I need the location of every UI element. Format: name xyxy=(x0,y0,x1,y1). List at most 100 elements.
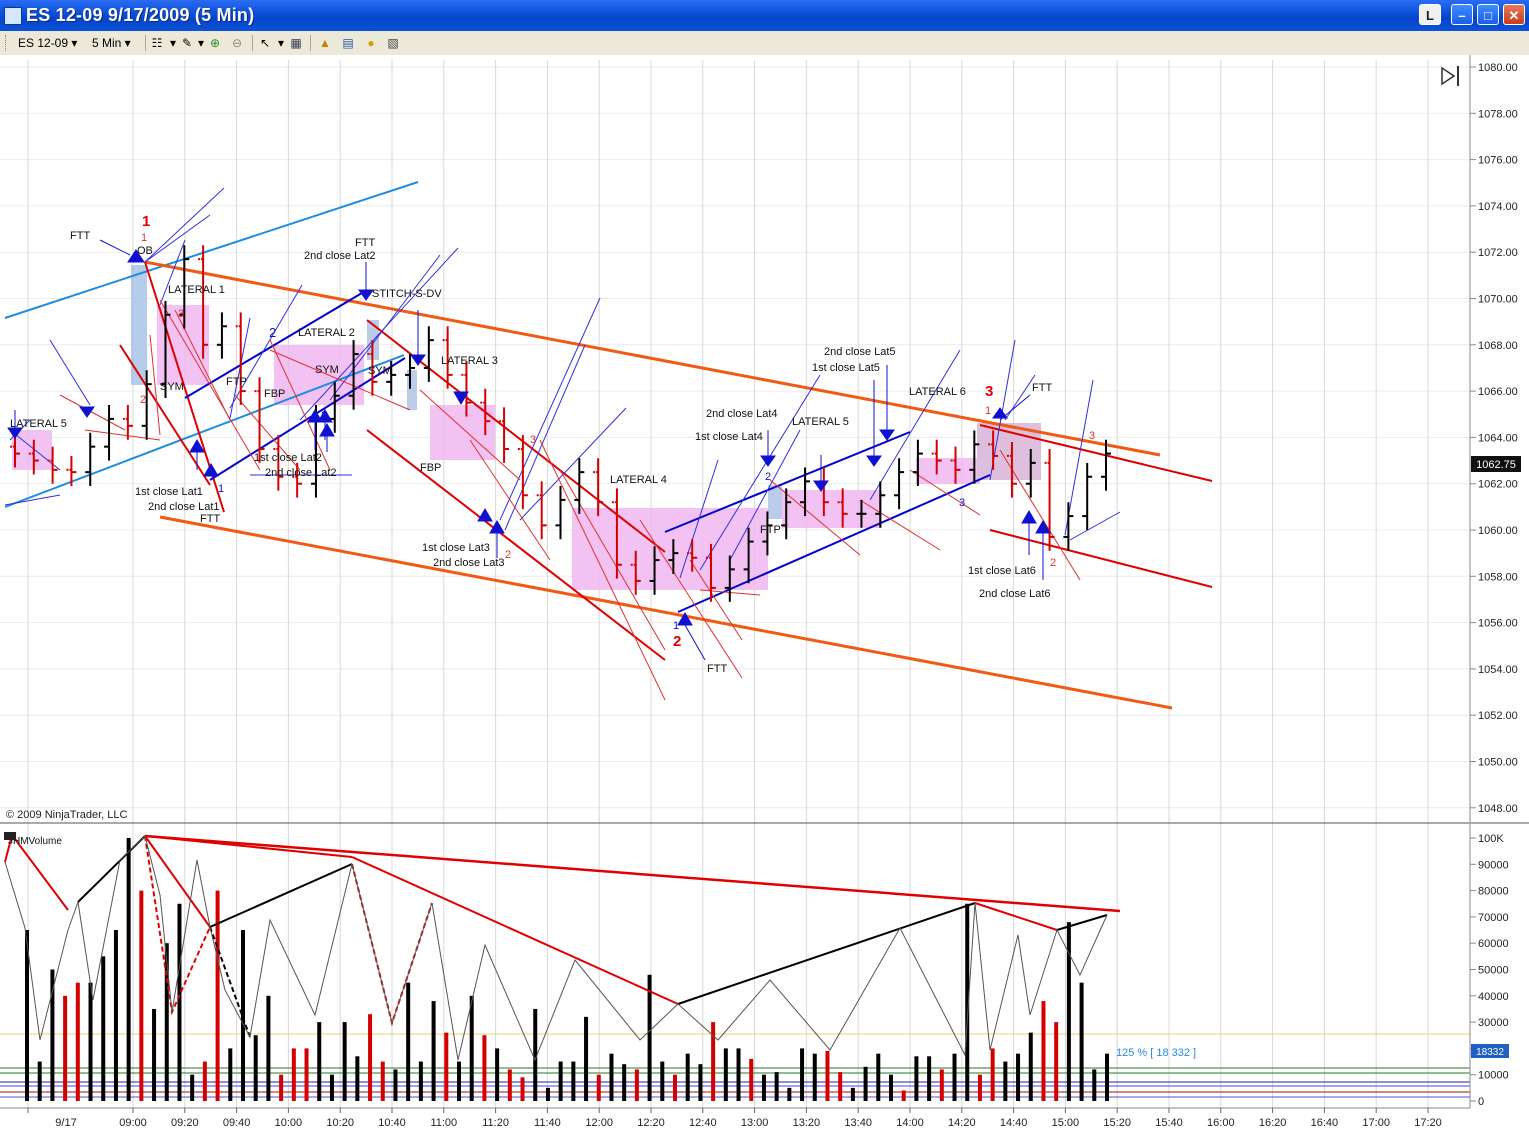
zoom-out-icon[interactable]: ⊖ xyxy=(230,36,244,50)
second-close-lat5-label: 2nd close Lat5 xyxy=(824,346,896,358)
time-tick-label: 17:20 xyxy=(1414,1117,1442,1129)
time-tick-label: 14:40 xyxy=(1000,1117,1028,1129)
volume-bar xyxy=(469,995,474,1101)
volume-bar xyxy=(774,1072,779,1101)
dropdown-arrow-icon[interactable]: ▾ xyxy=(194,36,208,50)
dropdown-arrow-icon[interactable]: ▾ xyxy=(166,36,180,50)
time-tick-label: 09:00 xyxy=(119,1117,147,1129)
data-box-icon[interactable]: ▧ xyxy=(386,36,400,50)
volume-bar xyxy=(749,1058,754,1101)
time-tick-label: 17:00 xyxy=(1362,1117,1390,1129)
instrument-selector[interactable]: ES 12-09 ▾ xyxy=(18,36,77,50)
pencil-draw-icon[interactable]: ✎ xyxy=(180,36,194,50)
minimize-button[interactable]: – xyxy=(1451,4,1473,25)
volume-bar xyxy=(622,1064,627,1101)
title-bar: ES 12-09 9/17/2009 (5 Min) L – □ ✕ xyxy=(0,0,1529,31)
price-tick-label: 1054.00 xyxy=(1478,664,1518,676)
wave-2-label: 2 xyxy=(673,633,681,650)
price-chart[interactable]: 1080.00 1078.00 1076.00 1074.00 1072.00 1070.… xyxy=(0,55,1529,1135)
volume-bar xyxy=(863,1066,868,1101)
link-button[interactable]: L xyxy=(1419,4,1441,25)
time-tick-label: 9/17 xyxy=(55,1117,76,1129)
first-close-lat5-label: 1st close Lat5 xyxy=(812,362,880,374)
close-button[interactable]: ✕ xyxy=(1503,4,1525,25)
volume-bar xyxy=(457,1061,461,1101)
volume-tick-label: 70000 xyxy=(1478,912,1509,924)
point-3-label: 3 xyxy=(178,308,184,320)
volume-bar xyxy=(253,1035,258,1101)
volume-bar xyxy=(75,982,80,1101)
volume-bar xyxy=(990,1048,995,1101)
time-tick-label: 13:40 xyxy=(844,1117,872,1129)
sym-label: SYM xyxy=(368,365,392,377)
interval-selector[interactable]: 5 Min ▾ xyxy=(92,36,131,50)
time-tick-label: 10:20 xyxy=(326,1117,354,1129)
second-close-lat2-top-label: 2nd close Lat2 xyxy=(304,250,376,262)
volume-bar xyxy=(1003,1061,1008,1101)
second-close-lat6-label: 2nd close Lat6 xyxy=(979,588,1051,600)
time-tick-label: 13:20 xyxy=(793,1117,821,1129)
volume-tick-label: 40000 xyxy=(1478,991,1509,1003)
time-tick-label: 15:20 xyxy=(1103,1117,1131,1129)
fbp-label: FBP xyxy=(264,388,285,400)
chart-icon[interactable]: ▤ xyxy=(341,36,355,50)
time-tick-label: 09:40 xyxy=(223,1117,251,1129)
volume-bar xyxy=(495,1048,500,1101)
volume-bar xyxy=(291,1048,296,1101)
ftt-label: FTT xyxy=(1032,382,1052,394)
zoom-in-icon[interactable]: ⊕ xyxy=(208,36,222,50)
volume-bar xyxy=(800,1048,805,1101)
toolbar-separator xyxy=(145,35,146,51)
ftt-label: FTT xyxy=(70,230,90,242)
sym-label: SYM xyxy=(315,364,339,376)
dropdown-arrow-icon[interactable]: ▾ xyxy=(274,36,288,50)
volume-pct-label: 125 % [ 18 332 ] xyxy=(1116,1047,1196,1059)
time-tick-label: 12:40 xyxy=(689,1117,717,1129)
indicator-icon xyxy=(4,832,16,840)
last-price-label: 1062.75 xyxy=(1476,459,1516,471)
maximize-button[interactable]: □ xyxy=(1477,4,1499,25)
properties-icon[interactable]: ▦ xyxy=(289,36,303,50)
volume-tick-label: 90000 xyxy=(1478,859,1509,871)
price-tick-label: 1076.00 xyxy=(1478,155,1518,167)
lateral-2-label: LATERAL 2 xyxy=(298,327,355,339)
lateral-box xyxy=(782,490,882,528)
price-tick-label: 1066.00 xyxy=(1478,386,1518,398)
time-tick-label: 16:00 xyxy=(1207,1117,1235,1129)
volume-bar xyxy=(393,1069,398,1101)
price-tick-label: 1064.00 xyxy=(1478,432,1518,444)
volume-bar xyxy=(177,903,182,1101)
first-close-lat3-label: 1st close Lat3 xyxy=(422,542,490,554)
time-tick-label: 12:20 xyxy=(637,1117,665,1129)
point-3-label: 3 xyxy=(321,408,328,423)
point-3-label: 3 xyxy=(959,497,965,509)
volume-bar xyxy=(368,1014,373,1101)
ob-label: OB xyxy=(137,245,153,257)
volume-bar xyxy=(520,1077,525,1101)
volume-bar xyxy=(1105,1053,1109,1101)
volume-bar xyxy=(1028,1032,1033,1101)
point-2-label: 2 xyxy=(505,549,511,561)
volume-bar xyxy=(380,1061,385,1101)
volume-bar xyxy=(317,1022,322,1101)
volume-bar xyxy=(1079,982,1084,1101)
volume-bar xyxy=(787,1087,792,1101)
volume-tick-label: 10000 xyxy=(1478,1070,1509,1082)
folder-icon[interactable]: ▲ xyxy=(318,36,332,50)
volume-bar xyxy=(418,1061,423,1101)
point-1-label: 1 xyxy=(141,232,147,244)
volume-tick-label: 30000 xyxy=(1478,1017,1509,1029)
volume-bar xyxy=(431,1001,436,1101)
volume-bar xyxy=(126,838,131,1101)
volume-bar xyxy=(939,1069,944,1101)
volume-bar xyxy=(571,1061,576,1101)
volume-bar xyxy=(723,1048,728,1101)
point-3-label: 3 xyxy=(1089,430,1095,442)
copyright-label: © 2009 NinjaTrader, LLC xyxy=(6,809,127,821)
cursor-icon[interactable]: ↖ xyxy=(258,36,272,50)
strategy-icon[interactable]: ● xyxy=(364,36,378,50)
bar-type-icon[interactable]: ☷ xyxy=(150,36,164,50)
toolbar-separator xyxy=(252,35,253,51)
volume-tick-label: 50000 xyxy=(1478,965,1509,977)
volume-bar xyxy=(838,1072,843,1101)
